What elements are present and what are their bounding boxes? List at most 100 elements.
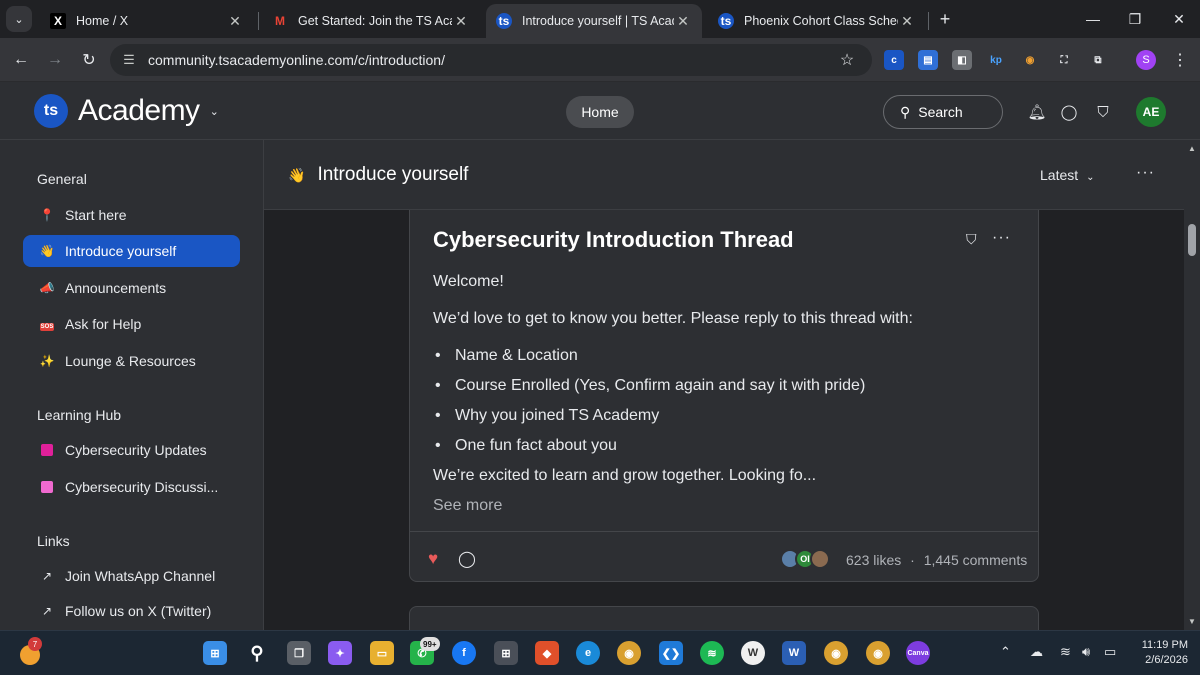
post-bullet: Why you joined TS Academy xyxy=(435,407,659,425)
sidebar-item-cybersecurity-updates[interactable]: Cybersecurity Updates xyxy=(23,434,240,466)
close-icon[interactable]: ✕ xyxy=(674,13,692,30)
sidebar-item-announcements[interactable]: 📣 Announcements xyxy=(23,272,240,304)
address-bar[interactable]: ☰ community.tsacademyonline.com/c/introd… xyxy=(110,44,872,76)
chrome-icon[interactable]: ◉ xyxy=(617,641,641,665)
sort-label: Latest xyxy=(1040,167,1079,183)
profile-avatar[interactable]: S xyxy=(1136,50,1156,70)
wifi-icon[interactable]: ≋ xyxy=(1060,644,1071,660)
extension-icon[interactable]: ◧ xyxy=(952,50,972,70)
chrome-icon[interactable]: ◉ xyxy=(866,641,890,665)
sidebar-link-x-twitter[interactable]: ↗ Follow us on X (Twitter) xyxy=(23,595,240,627)
word-icon[interactable]: W xyxy=(782,641,806,665)
battery-icon[interactable]: ▭ xyxy=(1104,644,1116,660)
site-info-icon[interactable]: ☰ xyxy=(118,49,140,71)
tab-search-button[interactable]: ⌄ xyxy=(6,6,32,32)
microsoft-store-icon[interactable]: ⊞ xyxy=(494,641,518,665)
copilot-icon[interactable]: ✦ xyxy=(328,641,352,665)
extension-icon[interactable]: ◉ xyxy=(1020,50,1040,70)
minimize-icon[interactable]: — xyxy=(1080,6,1106,32)
megaphone-icon: 📣 xyxy=(39,281,55,295)
post-card-next[interactable] xyxy=(409,606,1039,630)
commenter-avatars[interactable]: OI xyxy=(780,549,830,569)
task-view-icon[interactable]: ❐ xyxy=(287,641,311,665)
post-bullet: One fun fact about you xyxy=(435,437,617,455)
sidebar-item-label: Ask for Help xyxy=(65,316,142,332)
chevron-up-icon[interactable]: ⌃ xyxy=(1000,644,1011,660)
weather-widget[interactable]: 7 xyxy=(18,637,44,665)
scroll-up-icon[interactable]: ▲ xyxy=(1188,144,1196,153)
close-icon[interactable]: ✕ xyxy=(452,13,470,30)
restore-icon[interactable]: ❐ xyxy=(1122,6,1148,32)
sidebar-item-cybersecurity-discussions[interactable]: Cybersecurity Discussi... xyxy=(23,471,240,503)
onedrive-icon[interactable]: ☁ xyxy=(1030,644,1043,660)
page-title: 👋 Introduce yourself xyxy=(288,164,468,186)
brave-icon[interactable]: ◆ xyxy=(535,641,559,665)
sort-dropdown[interactable]: Latest ⌄ xyxy=(1040,167,1095,183)
chat-icon[interactable]: ◯ xyxy=(1058,101,1080,123)
search-icon[interactable]: ⚲ xyxy=(245,641,269,665)
close-icon[interactable]: ✕ xyxy=(226,13,244,30)
reload-icon[interactable]: ↻ xyxy=(76,47,102,73)
sidebar-item-label: Follow us on X (Twitter) xyxy=(65,603,212,619)
post-card[interactable]: Cybersecurity Introduction Thread ⛉ ··· … xyxy=(409,208,1039,582)
brand-switcher[interactable]: ts Academy ⌄ xyxy=(34,94,219,128)
forward-arrow-icon[interactable]: → xyxy=(42,47,68,73)
see-more-link[interactable]: See more xyxy=(433,497,502,515)
more-options-icon[interactable]: ··· xyxy=(1136,164,1155,182)
bookmark-star-icon[interactable]: ☆ xyxy=(836,50,858,70)
windows-start-icon[interactable]: ⊞ xyxy=(203,641,227,665)
canva-icon[interactable]: Canva xyxy=(906,641,930,665)
facebook-icon[interactable]: f xyxy=(452,641,476,665)
wps-icon[interactable]: W xyxy=(741,641,765,665)
scroll-down-icon[interactable]: ▼ xyxy=(1188,617,1196,626)
heart-icon[interactable]: ♥ xyxy=(428,549,438,569)
sidebar-item-label: Cybersecurity Discussi... xyxy=(65,479,219,495)
tab-home-x[interactable]: X Home / X ✕ xyxy=(40,4,254,38)
extension-icon[interactable]: kp xyxy=(986,50,1006,70)
tab-introduce-yourself[interactable]: ts Introduce yourself | TS Academ ✕ xyxy=(486,4,702,38)
browser-menu-icon[interactable]: ⋮ xyxy=(1170,48,1190,72)
search-button[interactable]: ⚲ Search xyxy=(883,95,1003,129)
puzzle-icon[interactable]: ⧉ xyxy=(1088,50,1108,70)
screenshot-icon[interactable]: ⛶ xyxy=(1054,50,1074,70)
system-clock[interactable]: 11:19 PM 2/6/2026 xyxy=(1128,638,1188,668)
sidebar-item-label: Cybersecurity Updates xyxy=(65,442,207,458)
sidebar-item-label: Announcements xyxy=(65,280,167,296)
post-title[interactable]: Cybersecurity Introduction Thread xyxy=(433,227,794,253)
back-arrow-icon[interactable]: ← xyxy=(8,47,34,73)
tab-gmail[interactable]: M Get Started: Join the TS Academ ✕ xyxy=(262,4,480,38)
scrollbar[interactable]: ▲ ▼ xyxy=(1184,140,1200,630)
chrome-icon[interactable]: ◉ xyxy=(824,641,848,665)
vscode-icon[interactable]: ❮❯ xyxy=(659,641,683,665)
sidebar-link-whatsapp[interactable]: ↗ Join WhatsApp Channel xyxy=(23,560,240,592)
volume-icon[interactable]: 🔊︎ xyxy=(1082,644,1090,660)
scrollbar-thumb[interactable] xyxy=(1188,224,1196,256)
divider xyxy=(410,531,1038,532)
close-icon[interactable]: ✕ xyxy=(898,13,916,30)
likes-count[interactable]: 623 likes xyxy=(846,552,901,568)
brand-name: Academy xyxy=(78,94,200,127)
bookmark-icon[interactable]: ⛉ xyxy=(1092,101,1114,123)
sidebar-item-lounge-resources[interactable]: ✨ Lounge & Resources xyxy=(23,345,240,377)
sidebar-heading-links: Links xyxy=(37,533,70,549)
comment-icon[interactable]: ◯ xyxy=(458,549,476,569)
new-tab-button[interactable]: + xyxy=(934,8,956,30)
clock-date: 2/6/2026 xyxy=(1145,654,1188,666)
extension-icon[interactable]: ▤ xyxy=(918,50,938,70)
bell-icon[interactable]: 🔔︎ xyxy=(1026,101,1048,123)
bookmark-icon[interactable]: ⛉ xyxy=(966,231,977,248)
user-avatar[interactable]: AE xyxy=(1136,97,1166,127)
sidebar-item-start-here[interactable]: 📍 Start here xyxy=(23,199,240,231)
url-text[interactable]: community.tsacademyonline.com/c/introduc… xyxy=(148,52,836,68)
edge-icon[interactable]: e xyxy=(576,641,600,665)
more-options-icon[interactable]: ··· xyxy=(992,229,1011,247)
spotify-icon[interactable]: ≋ xyxy=(700,641,724,665)
tab-phoenix-schedule[interactable]: ts Phoenix Cohort Class Schedule ✕ xyxy=(708,4,926,38)
sidebar-item-introduce-yourself[interactable]: 👋 Introduce yourself xyxy=(23,235,240,267)
comments-count[interactable]: 1,445 comments xyxy=(924,552,1028,568)
extension-icon[interactable]: c xyxy=(884,50,904,70)
home-button[interactable]: Home xyxy=(566,96,634,128)
sidebar-item-ask-for-help[interactable]: SOS Ask for Help xyxy=(23,308,240,340)
file-explorer-icon[interactable]: ▭ xyxy=(370,641,394,665)
close-window-icon[interactable]: ✕ xyxy=(1166,6,1192,32)
